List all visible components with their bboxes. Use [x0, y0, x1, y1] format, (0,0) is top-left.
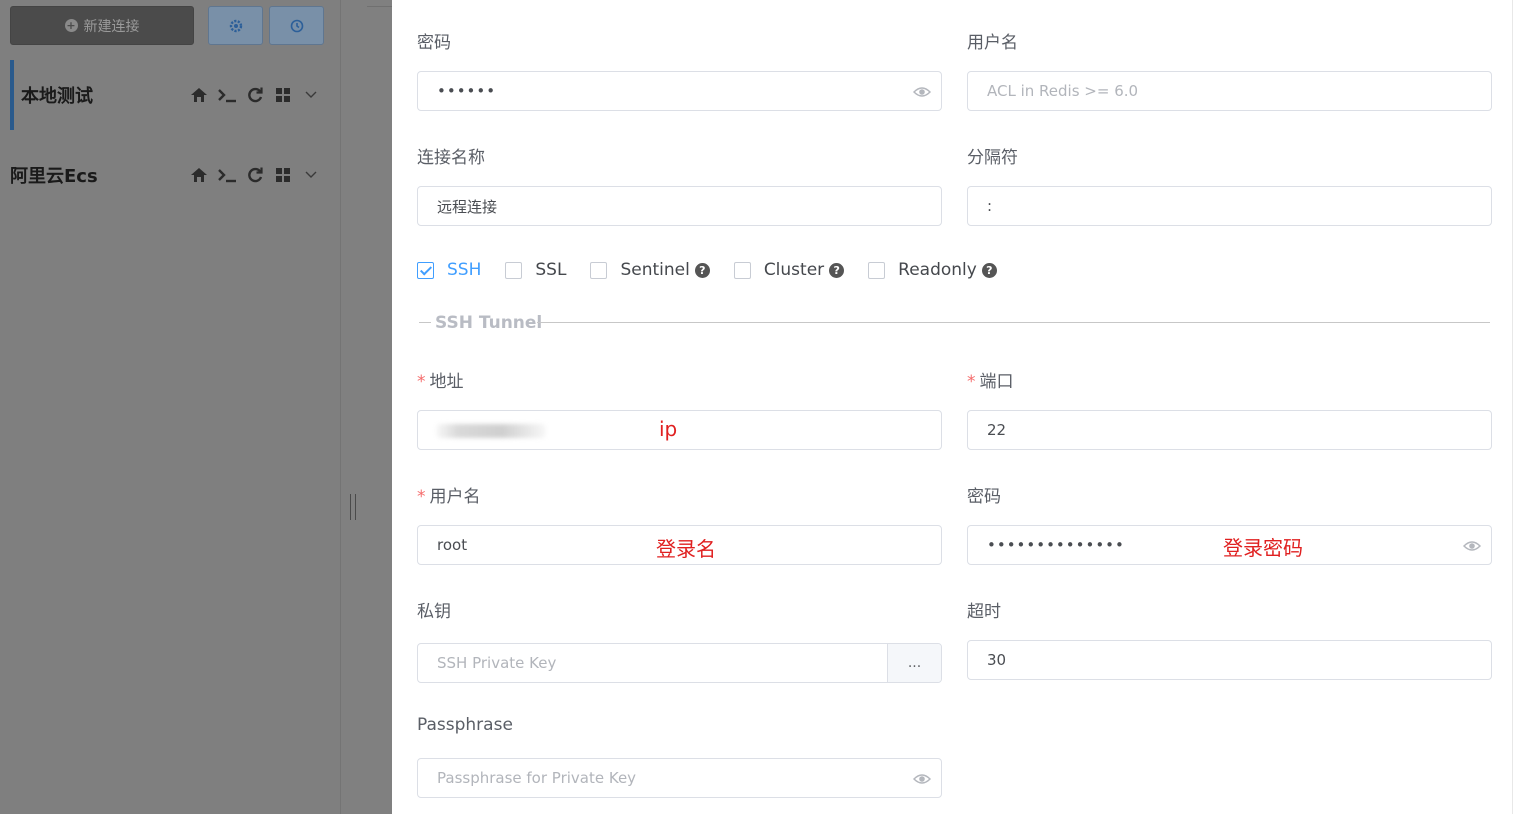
new-connection-label: 新建连接 — [83, 18, 140, 35]
private-key-input[interactable]: SSH Private Key — [418, 644, 887, 682]
ssl-checkbox[interactable]: SSL — [505, 260, 566, 280]
password-input[interactable]: •••••• — [417, 71, 942, 111]
cluster-checkbox[interactable]: Cluster ? — [733, 260, 845, 280]
readonly-checkbox-label: Readonly — [898, 260, 977, 280]
readonly-checkbox[interactable]: Readonly ? — [868, 260, 997, 280]
main-area-background — [341, 0, 392, 814]
passphrase-input[interactable]: Passphrase for Private Key — [417, 758, 942, 798]
sentinel-checkbox[interactable]: Sentinel ? — [590, 260, 710, 280]
eye-icon[interactable] — [913, 770, 931, 788]
separator-input[interactable]: : — [967, 186, 1492, 226]
home-icon[interactable] — [188, 165, 210, 185]
terminal-icon[interactable] — [216, 85, 238, 105]
connection-item-local-test[interactable]: 本地测试 — [10, 60, 330, 130]
connection-name: 本地测试 — [21, 86, 93, 107]
checkbox-icon[interactable] — [505, 261, 523, 279]
chevron-down-icon[interactable] — [300, 85, 322, 105]
ssh-checkbox-label: SSH — [447, 260, 482, 280]
gear-icon — [229, 19, 242, 32]
connection-drawer — [392, 0, 1520, 814]
redacted-ip-value — [436, 424, 546, 438]
connection-name-value: 远程连接 — [437, 197, 498, 216]
history-button[interactable] — [269, 6, 324, 45]
passphrase-label: Passphrase — [417, 715, 513, 735]
ssh-password-value: •••••••••••••• — [987, 536, 1125, 554]
plus-circle-icon: + — [64, 19, 78, 32]
checkbox-checked-icon[interactable] — [417, 261, 434, 279]
sentinel-checkbox-label: Sentinel — [620, 260, 690, 280]
ssl-checkbox-label: SSL — [535, 260, 567, 280]
ssh-username-label: * 用户名 — [417, 482, 481, 507]
timeout-value: 30 — [987, 651, 1007, 669]
eye-icon[interactable] — [1463, 537, 1481, 555]
ssh-port-label: * 端口 — [967, 367, 1014, 392]
password-label: 密码 — [417, 33, 451, 53]
ip-annotation: ip — [659, 417, 678, 441]
ssh-tunnel-legend: SSH Tunnel — [435, 313, 543, 333]
home-icon[interactable] — [188, 85, 210, 105]
ssh-checkbox[interactable]: SSH — [417, 260, 481, 280]
checkbox-icon[interactable] — [868, 261, 886, 279]
passphrase-placeholder: Passphrase for Private Key — [437, 769, 637, 787]
question-circle-icon[interactable]: ? — [829, 262, 845, 278]
refresh-icon[interactable] — [244, 85, 266, 105]
fieldset-border-left — [419, 322, 431, 323]
ssh-port-label-text: 端口 — [979, 372, 1014, 392]
timeout-input[interactable]: 30 — [967, 640, 1492, 680]
drawer-scrollbar[interactable] — [1512, 0, 1520, 814]
ssh-host-label-text: 地址 — [429, 372, 464, 392]
fieldset-border-right — [537, 322, 1490, 323]
separator-value: : — [987, 197, 993, 215]
connection-options: SSH SSL Sentinel ? Cluster ? Readonly ? — [417, 258, 1021, 282]
browse-key-button[interactable]: ... — [887, 644, 941, 682]
ssh-username-value: root — [437, 536, 468, 554]
ssh-username-input[interactable]: root 登录名 — [417, 525, 942, 565]
grid-icon[interactable] — [272, 85, 294, 105]
connection-name-input[interactable]: 远程连接 — [417, 186, 942, 226]
chevron-down-icon[interactable] — [300, 165, 322, 185]
required-mark: * — [417, 372, 426, 392]
timeout-label: 超时 — [967, 602, 1001, 622]
private-key-placeholder: SSH Private Key — [437, 654, 557, 672]
clock-icon — [290, 19, 303, 32]
ssh-port-input[interactable]: 22 — [967, 410, 1492, 450]
question-circle-icon[interactable]: ? — [981, 262, 997, 278]
ssh-host-input[interactable]: ip — [417, 410, 942, 450]
connection-name: 阿里云Ecs — [10, 166, 98, 187]
question-circle-icon[interactable]: ? — [694, 262, 710, 278]
ssh-password-input[interactable]: •••••••••••••• 登录密码 — [967, 525, 1492, 565]
separator-label: 分隔符 — [967, 148, 1018, 168]
refresh-icon[interactable] — [244, 165, 266, 185]
login-name-annotation: 登录名 — [656, 537, 716, 561]
password-value: •••••• — [437, 82, 497, 100]
login-password-annotation: 登录密码 — [1223, 536, 1303, 560]
acl-username-label: 用户名 — [967, 33, 1018, 53]
private-key-label: 私钥 — [417, 602, 451, 622]
acl-username-placeholder: ACL in Redis >= 6.0 — [987, 82, 1139, 100]
grid-icon[interactable] — [272, 165, 294, 185]
sidebar: + 新建连接 本地测试 阿里云Ecs — [0, 0, 340, 814]
required-mark: * — [417, 487, 426, 507]
terminal-icon[interactable] — [216, 165, 238, 185]
new-connection-button[interactable]: + 新建连接 — [10, 6, 194, 45]
checkbox-icon[interactable] — [590, 261, 608, 279]
private-key-field: SSH Private Key ... — [417, 643, 942, 683]
required-mark: * — [967, 372, 976, 392]
ssh-port-value: 22 — [987, 421, 1007, 439]
eye-icon[interactable] — [913, 83, 931, 101]
connection-name-label: 连接名称 — [417, 148, 485, 168]
settings-button[interactable] — [208, 6, 263, 45]
resize-handle[interactable] — [350, 494, 356, 520]
connection-item-aliyun-ecs[interactable]: 阿里云Ecs — [10, 141, 330, 209]
acl-username-input[interactable]: ACL in Redis >= 6.0 — [967, 71, 1492, 111]
ssh-password-label: 密码 — [967, 487, 1001, 507]
checkbox-icon[interactable] — [733, 261, 751, 279]
ssh-host-label: * 地址 — [417, 367, 464, 392]
cluster-checkbox-label: Cluster — [763, 260, 825, 280]
ssh-username-label-text: 用户名 — [429, 487, 481, 507]
